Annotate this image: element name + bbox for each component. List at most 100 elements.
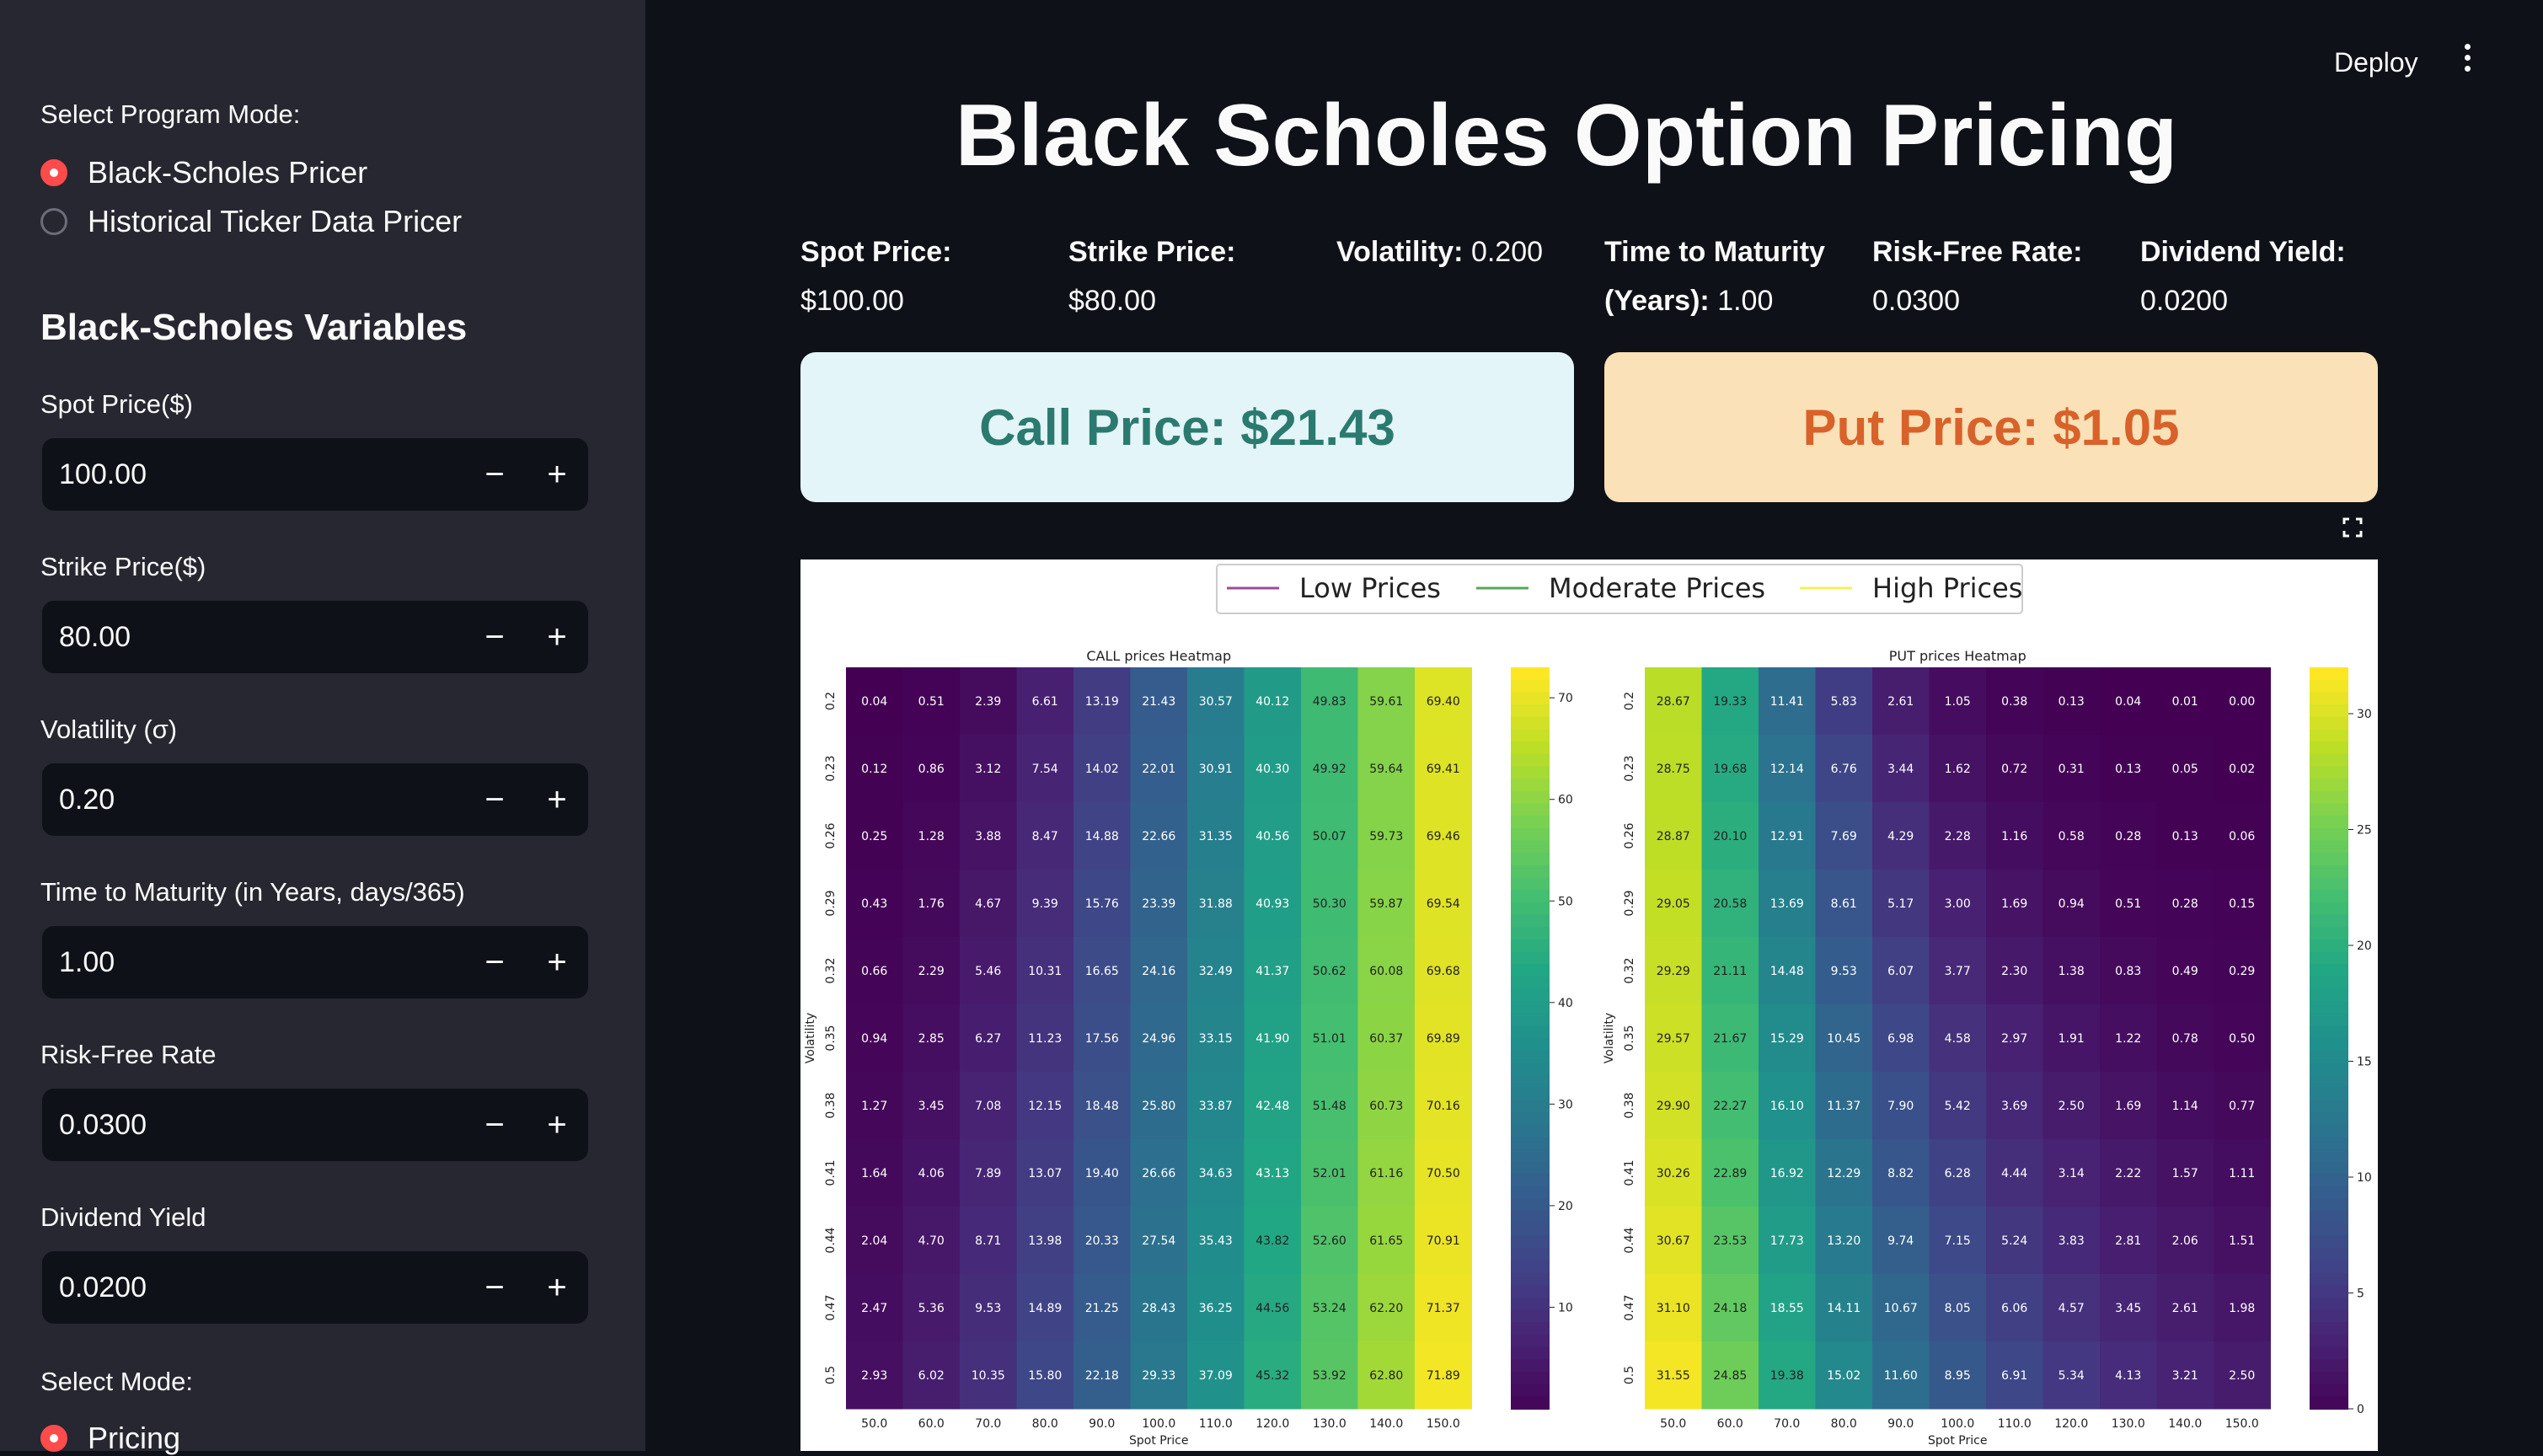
x-tick-label: 110.0 bbox=[1199, 1417, 1233, 1431]
colorbar-segment bbox=[1511, 927, 1550, 940]
cell-value: 2.61 bbox=[1887, 695, 1914, 709]
x-tick-label: 80.0 bbox=[1831, 1417, 1857, 1431]
colorbar-tick-label: 20 bbox=[2357, 939, 2372, 953]
cell-value: 19.38 bbox=[1770, 1369, 1804, 1383]
colorbar-tick-label: 60 bbox=[1558, 794, 1573, 807]
colorbar-segment bbox=[2310, 1025, 2348, 1039]
cell-value: 36.25 bbox=[1199, 1302, 1233, 1315]
colorbar-segment bbox=[1511, 1063, 1550, 1076]
colorbar-segment bbox=[2310, 1161, 2348, 1175]
colorbar-segment bbox=[1511, 741, 1550, 755]
cell-value: 34.63 bbox=[1199, 1167, 1233, 1180]
cell-value: 69.68 bbox=[1427, 965, 1460, 978]
cell-value: 21.67 bbox=[1713, 1032, 1747, 1046]
cell-value: 41.90 bbox=[1255, 1032, 1289, 1046]
cell-value: 15.29 bbox=[1770, 1032, 1804, 1046]
strike-price-label: Strike Price($) bbox=[40, 552, 206, 581]
cell-value: 42.48 bbox=[1255, 1100, 1289, 1113]
colorbar-segment bbox=[2310, 1384, 2348, 1398]
volatility-input[interactable] bbox=[42, 763, 463, 837]
cell-value: 3.45 bbox=[2115, 1302, 2141, 1315]
colorbar-segment bbox=[2310, 902, 2348, 916]
colorbar-tick-label: 10 bbox=[2357, 1171, 2372, 1185]
cell-value: 3.45 bbox=[918, 1100, 945, 1113]
dividend-yield-decrement-button[interactable]: − bbox=[463, 1251, 526, 1324]
cell-value: 21.25 bbox=[1085, 1302, 1119, 1315]
cell-value: 0.01 bbox=[2172, 695, 2198, 709]
dividend-yield-increment-button[interactable]: + bbox=[526, 1251, 588, 1324]
x-tick-label: 100.0 bbox=[1941, 1417, 1974, 1431]
colorbar-segment bbox=[2310, 1001, 2348, 1014]
x-tick-label: 70.0 bbox=[975, 1417, 1001, 1431]
dividend-yield-label: Dividend Yield bbox=[40, 1202, 206, 1232]
time-to-maturity-input[interactable] bbox=[42, 925, 463, 999]
strike-price-decrement-button[interactable]: − bbox=[463, 601, 526, 673]
metric-value: 0.0200 bbox=[2140, 285, 2228, 317]
x-tick-label: 140.0 bbox=[2168, 1417, 2202, 1431]
cell-value: 6.06 bbox=[2001, 1302, 2027, 1315]
colorbar-segment bbox=[2310, 840, 2348, 854]
cell-value: 52.01 bbox=[1313, 1167, 1346, 1180]
colorbar-segment bbox=[1511, 1372, 1550, 1385]
cell-value: 45.32 bbox=[1255, 1369, 1289, 1383]
spot-price-decrement-button[interactable]: − bbox=[463, 438, 526, 511]
time-to-maturity-label: Time to Maturity (in Years, days/365) bbox=[40, 877, 465, 907]
colorbar-segment bbox=[2310, 1038, 2348, 1052]
cell-value: 3.83 bbox=[2058, 1234, 2085, 1248]
colorbar-segment bbox=[1511, 1198, 1550, 1212]
cell-value: 44.56 bbox=[1255, 1302, 1289, 1315]
dividend-yield-input[interactable] bbox=[42, 1250, 463, 1325]
volatility-increment-button[interactable]: + bbox=[526, 763, 588, 836]
time-to-maturity-increment-button[interactable]: + bbox=[526, 926, 588, 998]
kebab-menu-icon[interactable] bbox=[2459, 44, 2476, 78]
cell-value: 14.02 bbox=[1085, 763, 1119, 776]
colorbar-tick-label: 25 bbox=[2357, 824, 2372, 838]
colorbar-segment bbox=[1511, 1038, 1550, 1052]
cell-value: 2.29 bbox=[918, 965, 945, 978]
risk-free-rate-decrement-button[interactable]: − bbox=[463, 1089, 526, 1161]
time-to-maturity-decrement-button[interactable]: − bbox=[463, 926, 526, 998]
put-price-card: Put Price: $1.05 bbox=[1604, 352, 2378, 502]
radio-historical-ticker-pricer[interactable]: Historical Ticker Data Pricer bbox=[40, 204, 462, 239]
cell-value: 1.22 bbox=[2115, 1032, 2141, 1046]
cell-value: 2.30 bbox=[2001, 965, 2027, 978]
colorbar-segment bbox=[2310, 914, 2348, 928]
colorbar-segment bbox=[1511, 692, 1550, 705]
cell-value: 3.88 bbox=[975, 830, 1001, 843]
spot-price-increment-button[interactable]: + bbox=[526, 438, 588, 511]
cell-value: 1.69 bbox=[2001, 897, 2027, 911]
risk-free-rate-increment-button[interactable]: + bbox=[526, 1089, 588, 1161]
colorbar-segment bbox=[1511, 1298, 1550, 1311]
colorbar-segment bbox=[2310, 790, 2348, 805]
cell-value: 28.87 bbox=[1657, 830, 1690, 843]
radio-black-scholes-pricer[interactable]: Black-Scholes Pricer bbox=[40, 155, 367, 190]
strike-price-input[interactable] bbox=[42, 600, 463, 674]
cell-value: 40.56 bbox=[1255, 830, 1289, 843]
colorbar-segment bbox=[2310, 1112, 2348, 1126]
cell-value: 2.06 bbox=[2172, 1234, 2198, 1248]
spot-price-input[interactable] bbox=[42, 437, 463, 511]
colorbar-segment bbox=[1511, 1161, 1550, 1175]
deploy-button[interactable]: Deploy bbox=[2334, 47, 2418, 78]
x-tick-label: 100.0 bbox=[1142, 1417, 1175, 1431]
cell-value: 16.65 bbox=[1085, 965, 1119, 978]
colorbar-segment bbox=[1511, 1137, 1550, 1150]
heatmap-title: PUT prices Heatmap bbox=[1889, 648, 2026, 664]
x-tick-label: 80.0 bbox=[1032, 1417, 1058, 1431]
cell-value: 49.83 bbox=[1313, 695, 1346, 709]
risk-free-rate-input[interactable] bbox=[42, 1088, 463, 1162]
cell-value: 1.14 bbox=[2172, 1100, 2198, 1113]
cell-value: 0.38 bbox=[2001, 695, 2027, 709]
variables-heading: Black-Scholes Variables bbox=[40, 307, 468, 348]
cell-value: 4.06 bbox=[918, 1167, 945, 1180]
volatility-decrement-button[interactable]: − bbox=[463, 763, 526, 836]
cell-value: 2.97 bbox=[2001, 1032, 2027, 1046]
strike-price-increment-button[interactable]: + bbox=[526, 601, 588, 673]
colorbar-segment bbox=[1511, 766, 1550, 779]
cell-value: 15.80 bbox=[1028, 1369, 1062, 1383]
cell-value: 40.30 bbox=[1255, 763, 1289, 776]
fullscreen-icon[interactable] bbox=[2341, 516, 2364, 539]
cell-value: 7.90 bbox=[1887, 1100, 1914, 1113]
metric-label: Dividend Yield: bbox=[2140, 236, 2346, 268]
y-tick-label: 0.23 bbox=[824, 755, 838, 781]
